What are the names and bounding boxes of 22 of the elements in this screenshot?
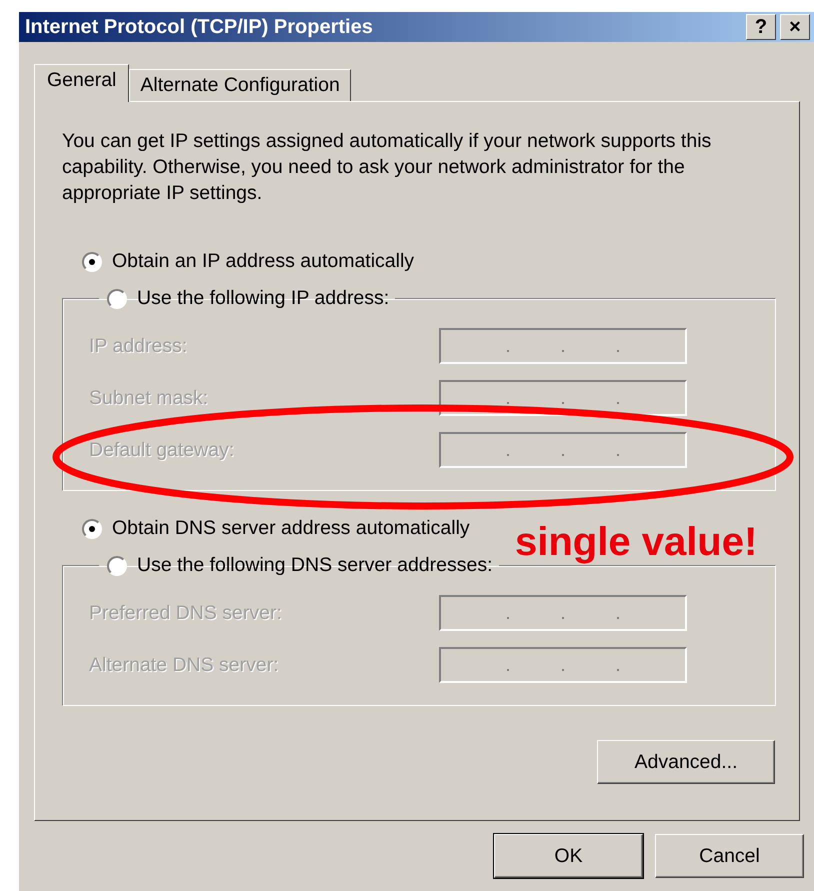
radio-button[interactable] (82, 518, 102, 538)
cancel-button[interactable]: Cancel (655, 834, 804, 878)
close-button[interactable]: × (780, 14, 810, 40)
advanced-button[interactable]: Advanced... (597, 740, 775, 784)
ip-address-field[interactable] (439, 432, 687, 468)
tab[interactable]: General (34, 64, 130, 102)
ip-address-field[interactable] (439, 328, 687, 364)
ok-button[interactable]: OK (494, 834, 643, 878)
annotation-text: single value! (515, 520, 758, 565)
tab[interactable]: Alternate Configuration (129, 69, 351, 101)
radio-button[interactable] (107, 556, 127, 576)
radio-button[interactable] (82, 252, 102, 272)
radio-label: Use the following DNS server addresses: (137, 554, 492, 577)
window-title: Internet Protocol (TCP/IP) Properties (25, 16, 374, 38)
ip-address-field[interactable] (439, 647, 687, 683)
help-button[interactable]: ? (746, 14, 776, 40)
radio-label: Obtain an IP address automatically (112, 250, 414, 273)
ip-address-field[interactable] (439, 595, 687, 631)
radio-label: Use the following IP address: (137, 287, 390, 310)
description-text: You can get IP settings assigned automatically if your network supports this capability. Otherwise, you need to ask your network administrator for the appropriate IP settings. (62, 129, 712, 206)
radio-button[interactable] (107, 288, 127, 308)
radio-label: Obtain DNS server address automatically (112, 517, 470, 540)
